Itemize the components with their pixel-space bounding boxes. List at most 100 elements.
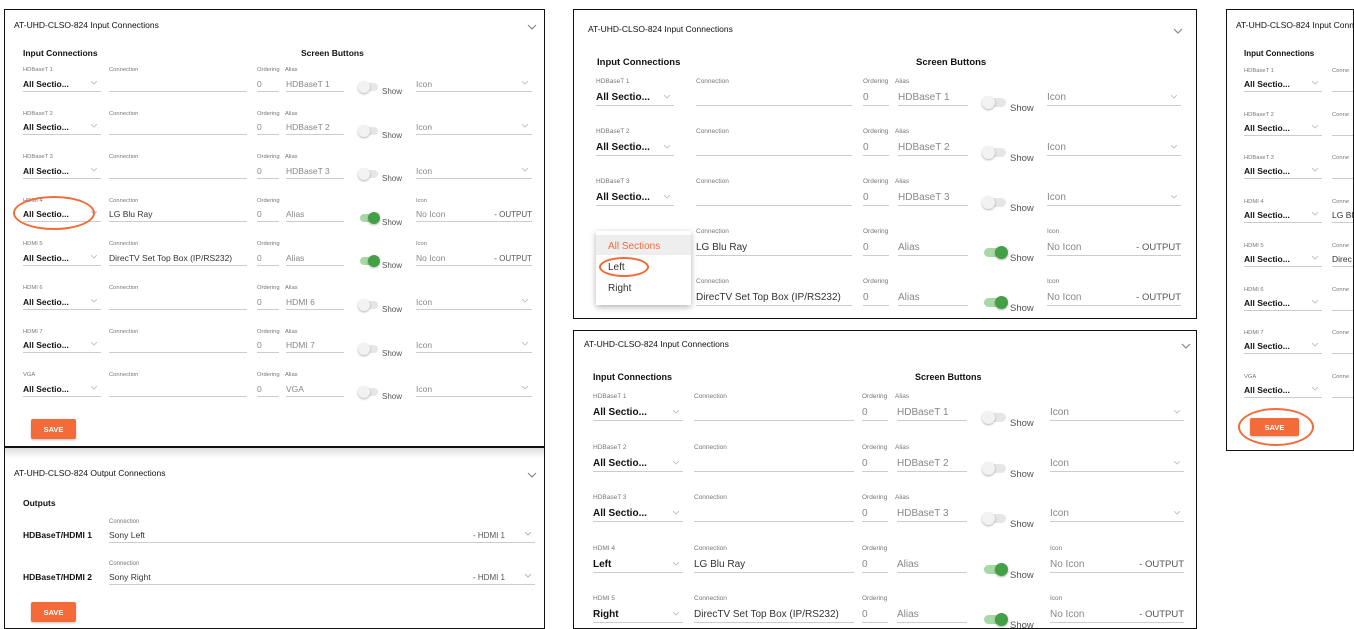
connection-select[interactable] — [109, 339, 247, 354]
icon-select[interactable]: Icon — [416, 117, 532, 136]
section-select[interactable]: All Sectio... — [23, 164, 101, 179]
ordering-input[interactable]: 0 — [257, 208, 279, 223]
show-toggle[interactable]: Show — [984, 246, 1046, 264]
section-select[interactable]: All Sectio... — [23, 339, 101, 354]
menu-item-all-sections[interactable]: All Sections — [608, 241, 660, 252]
icon-select[interactable]: Icon — [416, 335, 532, 354]
section-select[interactable]: All Sectio... — [1244, 252, 1322, 267]
ordering-input[interactable]: 0 — [862, 506, 888, 522]
chevron-down-icon[interactable] — [526, 22, 538, 32]
connection-select[interactable] — [1332, 77, 1353, 92]
icon-select[interactable]: No Icon - OUTPUT — [416, 247, 532, 266]
alias-input[interactable]: HDBaseT 3 — [286, 164, 344, 179]
alias-input[interactable]: HDBaseT 3 — [898, 190, 968, 206]
chevron-down-icon[interactable] — [526, 470, 538, 480]
section-select[interactable]: Right — [593, 607, 683, 623]
ordering-input[interactable]: 0 — [863, 140, 889, 156]
ordering-input[interactable]: 0 — [257, 77, 279, 92]
ordering-input[interactable]: 0 — [862, 405, 888, 421]
icon-select[interactable]: Icon — [1050, 452, 1184, 472]
icon-select[interactable]: No Icon - OUTPUT — [1050, 603, 1184, 623]
ordering-input[interactable]: 0 — [862, 456, 888, 472]
icon-select[interactable]: Icon — [1050, 401, 1184, 421]
show-toggle[interactable]: Show — [982, 146, 1046, 164]
ordering-input[interactable]: 0 — [257, 339, 279, 354]
connection-select[interactable]: LG Blu Ray — [696, 240, 852, 256]
connection-select[interactable] — [1332, 339, 1353, 355]
icon-select[interactable]: Icon — [1047, 86, 1181, 106]
ordering-input[interactable]: 0 — [257, 121, 279, 136]
ordering-input[interactable]: 0 — [863, 90, 889, 106]
show-toggle[interactable]: Show — [358, 342, 418, 358]
alias-input[interactable]: HDBaseT 2 — [286, 121, 344, 136]
section-select[interactable]: All Sectio... — [23, 251, 101, 266]
section-select[interactable]: Left — [593, 557, 683, 573]
alias-input[interactable]: HDBaseT 1 — [898, 90, 968, 106]
connection-select[interactable]: LG Blu Ray — [694, 557, 854, 573]
connection-select[interactable] — [109, 295, 247, 310]
alias-input[interactable]: Alias — [286, 251, 344, 266]
alias-input[interactable]: HDBaseT 3 — [897, 506, 967, 522]
section-select[interactable]: All Sectio... — [23, 121, 101, 136]
ordering-input[interactable]: 0 — [863, 240, 889, 256]
ordering-input[interactable]: 0 — [257, 164, 279, 179]
alias-input[interactable]: Alias — [898, 240, 968, 256]
show-toggle[interactable]: Show — [358, 299, 418, 314]
section-select[interactable]: All Sectio... — [1244, 339, 1322, 355]
alias-input[interactable]: VGA — [286, 382, 344, 397]
alias-input[interactable]: HDBaseT 2 — [898, 140, 968, 156]
ordering-input[interactable]: 0 — [257, 295, 279, 310]
connection-select[interactable] — [1332, 383, 1353, 398]
show-toggle[interactable]: Show — [360, 255, 418, 270]
section-select[interactable]: All Sectio... — [1244, 383, 1322, 398]
connection-select[interactable] — [694, 506, 854, 522]
connection-select[interactable] — [109, 121, 247, 136]
connection-select[interactable]: DirecTV Set Top Box (IP/RS232) — [696, 290, 852, 306]
section-select[interactable]: All Sectio... — [1244, 164, 1322, 180]
show-toggle[interactable]: Show — [358, 124, 418, 140]
alias-input[interactable]: HDBaseT 1 — [897, 405, 967, 421]
show-toggle[interactable]: Show — [982, 512, 1046, 530]
connection-select[interactable] — [694, 456, 854, 472]
icon-select[interactable]: Icon — [416, 378, 532, 397]
connection-select[interactable] — [1332, 296, 1353, 311]
section-select[interactable]: All Sectio... — [593, 456, 683, 472]
menu-item-right[interactable]: Right — [608, 283, 631, 294]
section-select[interactable]: All Sectio... — [596, 90, 674, 106]
icon-select[interactable]: Icon — [416, 73, 532, 92]
section-select[interactable]: All Sectio... — [1244, 208, 1322, 224]
ordering-input[interactable]: 0 — [862, 557, 888, 573]
show-toggle[interactable]: Show — [984, 562, 1046, 581]
connection-select[interactable]: LG Blu Ray — [109, 208, 247, 223]
alias-input[interactable]: Alias — [897, 607, 967, 623]
section-select[interactable]: All Sectio... — [593, 506, 683, 522]
ordering-input[interactable]: 0 — [257, 251, 279, 266]
icon-select[interactable]: Icon — [416, 160, 532, 179]
section-select[interactable]: All Sectio... — [1244, 77, 1322, 92]
ordering-input[interactable]: 0 — [863, 290, 889, 306]
connection-select[interactable] — [109, 77, 247, 92]
show-toggle[interactable]: Show — [984, 613, 1046, 628]
section-select[interactable]: All Sectio... — [23, 295, 101, 310]
section-select[interactable]: All Sectio... — [596, 190, 674, 206]
icon-select[interactable]: No Icon - OUTPUT — [1050, 553, 1184, 573]
alias-input[interactable]: HDMI 6 — [286, 295, 344, 310]
connection-select[interactable] — [694, 405, 854, 421]
section-select[interactable]: All Sectio... — [1244, 121, 1322, 136]
show-toggle[interactable]: Show — [358, 386, 418, 401]
show-toggle[interactable]: Show — [358, 81, 418, 96]
save-button[interactable]: SAVE — [31, 419, 76, 439]
ordering-input[interactable]: 0 — [257, 382, 279, 397]
icon-select[interactable]: Icon — [1047, 136, 1181, 156]
alias-input[interactable]: Alias — [898, 290, 968, 306]
show-toggle[interactable]: Show — [358, 168, 418, 183]
icon-select[interactable]: Icon — [1050, 502, 1184, 522]
icon-select[interactable]: No Icon - OUTPUT — [416, 204, 532, 223]
chevron-down-icon[interactable] — [1180, 341, 1192, 351]
icon-select[interactable]: No Icon - OUTPUT — [1047, 286, 1181, 306]
alias-input[interactable]: HDBaseT 2 — [897, 456, 967, 472]
icon-select[interactable]: Icon — [1047, 186, 1181, 206]
connection-select[interactable]: DirecTV Set Top Box (IP/RS232) — [109, 251, 247, 266]
show-toggle[interactable]: Show — [982, 96, 1046, 114]
alias-input[interactable]: HDMI 7 — [286, 339, 344, 354]
